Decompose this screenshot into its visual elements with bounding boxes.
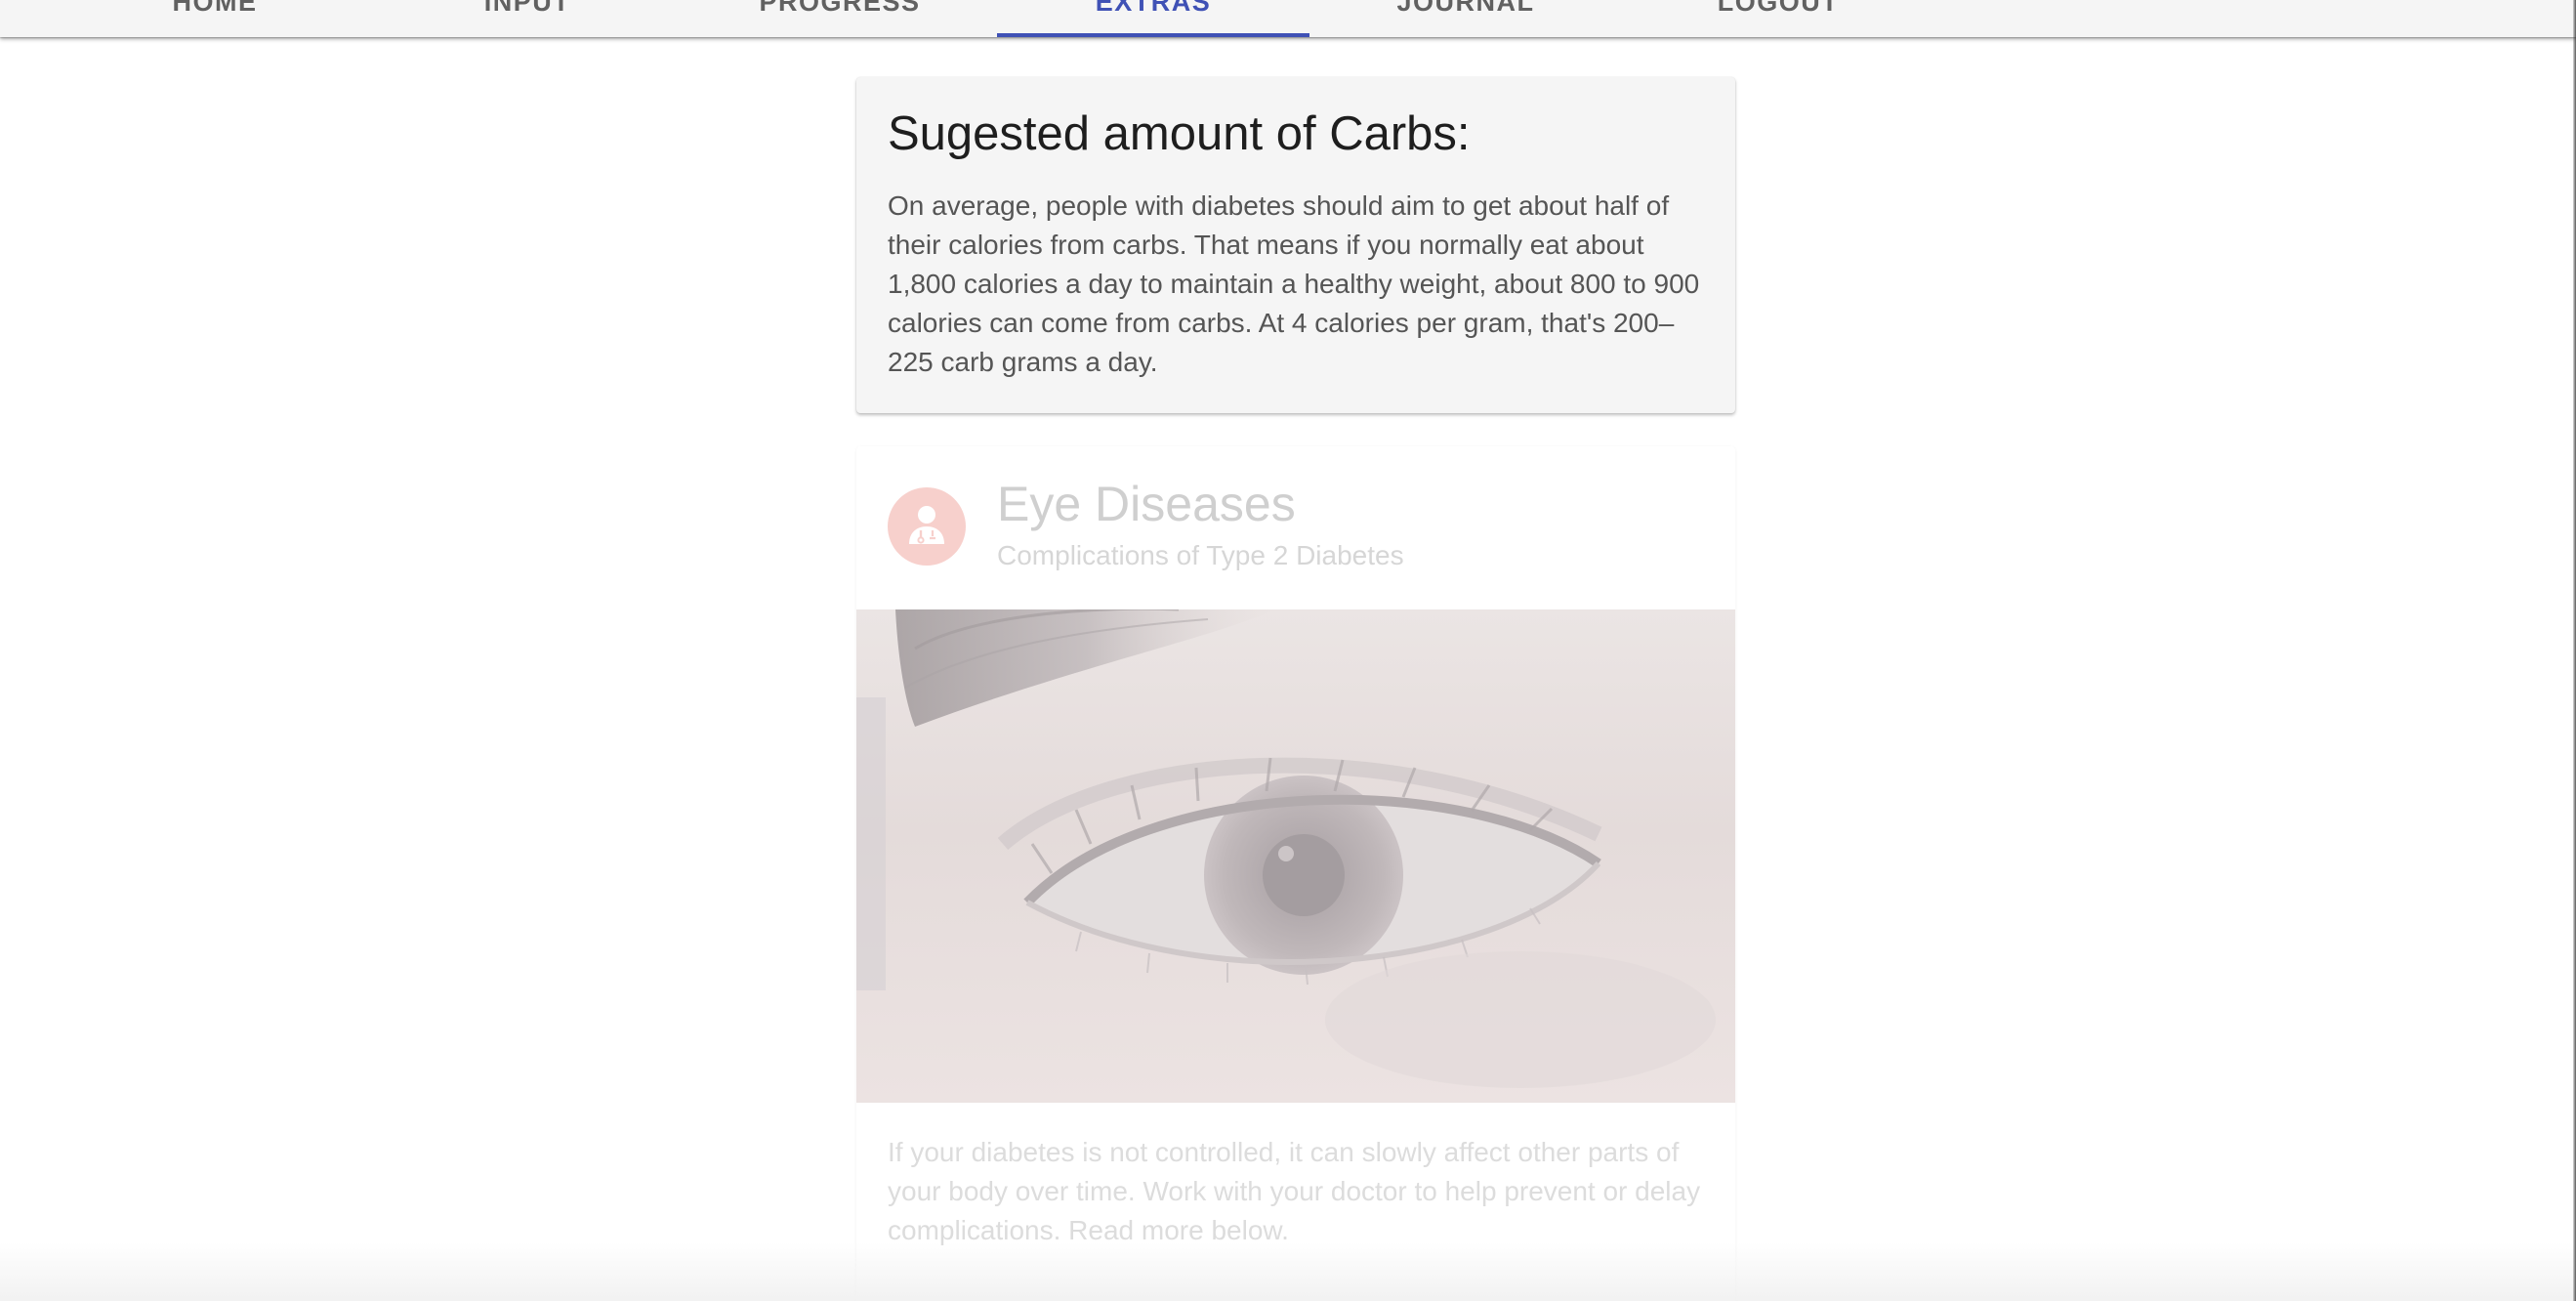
- tab-logout-label: LOGOUT: [1717, 0, 1840, 17]
- tab-input[interactable]: INPUT: [371, 0, 684, 37]
- carbs-card: Sugested amount of Carbs: On average, pe…: [856, 77, 1735, 413]
- tab-progress-label: PROGRESS: [759, 0, 921, 17]
- tab-journal[interactable]: JOURNAL: [1309, 0, 1622, 37]
- top-nav: HOME INPUT PROGRESS EXTRAS JOURNAL LOGOU…: [0, 0, 2576, 37]
- tab-journal-label: JOURNAL: [1396, 0, 1535, 17]
- tab-progress[interactable]: PROGRESS: [684, 0, 996, 37]
- tab-logout[interactable]: LOGOUT: [1622, 0, 1934, 37]
- eye-photo: [856, 609, 1735, 1103]
- doctor-icon: [888, 487, 966, 566]
- eye-card-text: If your diabetes is not controlled, it c…: [888, 1137, 1701, 1245]
- eye-card-title: Eye Diseases: [997, 477, 1296, 531]
- active-tab-indicator: [997, 33, 1309, 37]
- eye-diseases-card[interactable]: Eye Diseases Complications of Type 2 Dia…: [856, 446, 1735, 1301]
- tab-home[interactable]: HOME: [59, 0, 371, 37]
- tab-home-label: HOME: [172, 0, 258, 17]
- carbs-card-title: Sugested amount of Carbs:: [888, 107, 1471, 160]
- tab-input-label: INPUT: [483, 0, 571, 17]
- tab-extras-label: EXTRAS: [1095, 0, 1212, 17]
- carbs-card-body: On average, people with diabetes should …: [888, 190, 1700, 377]
- app-page: HOME INPUT PROGRESS EXTRAS JOURNAL LOGOU…: [0, 0, 2576, 1301]
- tab-extras[interactable]: EXTRAS: [997, 0, 1309, 37]
- eye-card-subtitle: Complications of Type 2 Diabetes: [997, 540, 1404, 570]
- bottom-fade-overlay: [0, 1242, 2576, 1301]
